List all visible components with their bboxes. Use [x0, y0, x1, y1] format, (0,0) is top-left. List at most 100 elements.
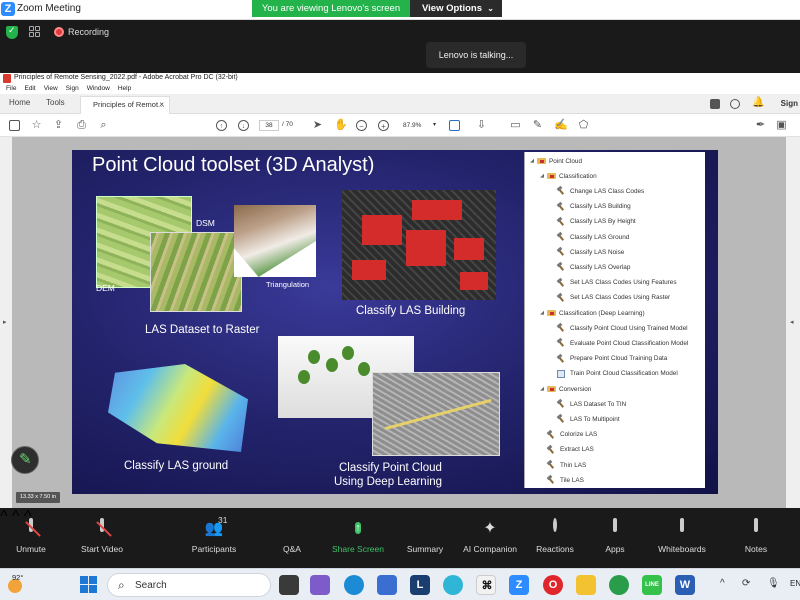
draw-icon[interactable]: ✍	[554, 120, 568, 131]
tree-node[interactable]: Set LAS Class Codes Using Raster	[549, 293, 670, 303]
bell-icon[interactable]: 🔔	[752, 97, 764, 108]
ai-companion-button[interactable]: ✦ AI Companion	[458, 508, 522, 568]
tree-node[interactable]: Train Point Cloud Classification Model	[549, 369, 678, 379]
scroll-mode-icon[interactable]: ⇩	[476, 120, 487, 131]
encryption-shield-icon[interactable]	[6, 25, 18, 39]
collapse-triangle-icon[interactable]: ◢	[539, 173, 545, 179]
tab-document[interactable]: Principles of Remot... ×	[80, 96, 170, 114]
menu-window[interactable]: Window	[87, 84, 110, 94]
whiteboards-button[interactable]: Whiteboards	[652, 508, 712, 568]
upload-icon[interactable]: ⇪	[53, 120, 64, 131]
sync-icon[interactable]: ⟳	[742, 578, 750, 589]
annotate-pen-button[interactable]	[11, 446, 39, 474]
zoom-app-icon[interactable]: Z	[509, 575, 529, 595]
tree-node[interactable]: Tile LAS	[539, 475, 584, 485]
zoom-in-icon[interactable]: +	[378, 120, 389, 131]
tree-node[interactable]: Classify LAS Ground	[549, 232, 629, 242]
bookmark-star-icon[interactable]: ☆	[31, 120, 42, 131]
tree-node[interactable]: Thin LAS	[539, 460, 586, 470]
sign-in-link[interactable]: Sign	[781, 99, 798, 108]
tree-node[interactable]: ◢ Point Cloud	[529, 156, 582, 166]
menu-view[interactable]: View	[44, 84, 58, 94]
recording-label[interactable]: Recording	[68, 27, 109, 37]
zoom-out-icon[interactable]: −	[356, 120, 367, 131]
fit-page-icon[interactable]	[449, 120, 460, 131]
tree-node[interactable]: Classify LAS Noise	[549, 247, 624, 257]
participants-button[interactable]: 👥 31 Participants	[186, 508, 242, 568]
comment-icon[interactable]	[710, 99, 720, 109]
hand-tool-icon[interactable]: ✋	[334, 120, 348, 131]
view-options-button[interactable]: View Options ⌄	[410, 0, 502, 17]
tree-node[interactable]: Set LAS Class Codes Using Features	[549, 278, 677, 288]
tree-node[interactable]: Classify LAS By Height	[549, 217, 636, 227]
tree-node[interactable]: Colorize LAS	[539, 430, 597, 440]
word-icon[interactable]: W	[675, 575, 695, 595]
tree-node[interactable]: Change LAS Class Codes	[549, 186, 644, 196]
tree-node[interactable]: ◢ Conversion	[539, 384, 591, 394]
prev-page-icon[interactable]: ↑	[216, 120, 227, 131]
reactions-button[interactable]: Reactions	[530, 508, 580, 568]
save-icon[interactable]	[9, 120, 20, 131]
sidebar-toggle-icon[interactable]: ▣	[776, 120, 787, 131]
collapse-triangle-icon[interactable]: ◢	[539, 310, 545, 316]
edge-icon[interactable]	[344, 575, 364, 595]
search-icon[interactable]: ⌕	[98, 120, 109, 131]
expand-left-icon[interactable]: ▸	[3, 318, 7, 326]
collapse-triangle-icon[interactable]: ◢	[529, 158, 535, 164]
select-cursor-icon[interactable]: ➤	[312, 120, 323, 131]
left-panel-strip[interactable]: ▸	[0, 137, 12, 508]
share-screen-button[interactable]: ↑ Share Screen	[328, 508, 388, 568]
microphone-icon[interactable]: 🎙	[767, 578, 780, 589]
tree-node[interactable]: Evaluate Point Cloud Classification Mode…	[549, 338, 688, 348]
page-number-input[interactable]: 38	[259, 120, 279, 131]
tree-node[interactable]: Classify Point Cloud Using Trained Model	[549, 323, 688, 333]
menu-file[interactable]: File	[6, 84, 16, 94]
recording-dot-icon[interactable]	[54, 27, 64, 37]
tree-node[interactable]: Classify LAS Building	[549, 202, 631, 212]
tree-node[interactable]: Extract LAS	[539, 445, 594, 455]
copilot-icon[interactable]	[443, 575, 463, 595]
taskbar-search[interactable]: ⌕ Search	[107, 573, 271, 597]
close-tab-icon[interactable]: ×	[159, 97, 164, 113]
apps-button[interactable]: Apps	[594, 508, 636, 568]
tree-node[interactable]: ◢ Classification (Deep Learning)	[539, 308, 645, 318]
tree-node[interactable]: LAS Dataset To TIN	[549, 399, 626, 409]
help-icon[interactable]	[730, 99, 740, 109]
opera-icon[interactable]: O	[543, 575, 563, 595]
next-page-icon[interactable]: ↓	[238, 120, 249, 131]
highlight-icon[interactable]: ✎	[532, 120, 543, 131]
tree-node[interactable]: LAS To Multipoint	[549, 414, 620, 424]
notes-button[interactable]: Notes	[736, 508, 776, 568]
summary-button[interactable]: Summary	[400, 508, 450, 568]
menu-edit[interactable]: Edit	[24, 84, 35, 94]
task-view-icon[interactable]	[279, 575, 299, 595]
expand-right-icon[interactable]: ◂	[790, 318, 794, 326]
language-indicator[interactable]: EN	[790, 579, 800, 588]
tree-node[interactable]: Prepare Point Cloud Training Data	[549, 354, 667, 364]
capcut-icon[interactable]: ⌘	[476, 575, 496, 595]
menu-help[interactable]: Help	[118, 84, 131, 94]
right-panel-strip[interactable]: ◂	[786, 137, 800, 508]
store-icon[interactable]	[377, 575, 397, 595]
edit-sign-icon[interactable]: ✒	[755, 120, 766, 131]
tab-home[interactable]: Home	[9, 98, 30, 107]
start-button[interactable]	[80, 576, 98, 594]
unmute-button[interactable]: Unmute	[6, 508, 56, 568]
file-explorer-icon[interactable]	[576, 575, 596, 595]
tab-tools[interactable]: Tools	[46, 98, 65, 107]
weather-widget[interactable]: 92°	[6, 573, 28, 595]
gallery-grid-icon[interactable]	[29, 26, 41, 38]
l-app-icon[interactable]: L	[410, 575, 430, 595]
tree-node[interactable]: Classify LAS Overlap	[549, 262, 630, 272]
chrome-icon[interactable]	[609, 575, 629, 595]
qa-button[interactable]: Q&A	[272, 508, 312, 568]
teams-icon[interactable]	[310, 575, 330, 595]
line-icon[interactable]: LINE	[642, 575, 662, 595]
stamp-icon[interactable]: ⬠	[578, 120, 589, 131]
zoom-level-select[interactable]: 87.9% ▾	[400, 120, 438, 131]
print-icon[interactable]: ⎙	[76, 120, 87, 131]
start-video-button[interactable]: Start Video	[74, 508, 130, 568]
comment-tool-icon[interactable]: ▭	[510, 120, 521, 131]
menu-sign[interactable]: Sign	[66, 84, 79, 94]
collapse-triangle-icon[interactable]: ◢	[539, 386, 545, 392]
